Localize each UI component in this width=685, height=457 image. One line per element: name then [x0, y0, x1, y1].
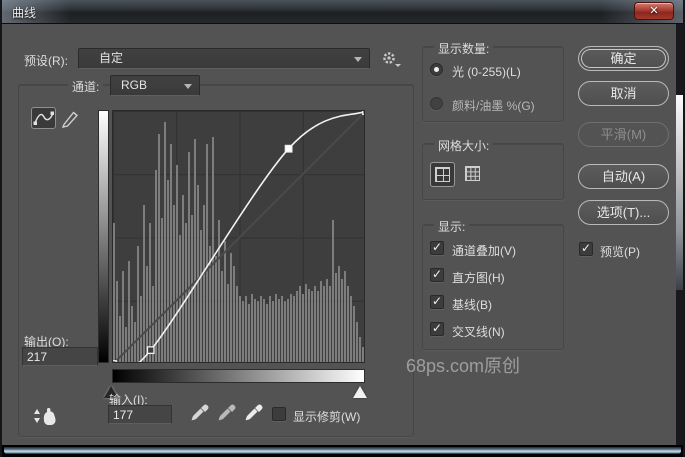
fine-grid-icon	[465, 166, 480, 181]
window-bottom-border	[2, 445, 683, 457]
show-title: 显示:	[434, 218, 470, 235]
ok-button[interactable]: 确定	[578, 46, 669, 71]
intersection-line-checkbox[interactable]: ✓	[430, 321, 444, 336]
curve-point-selected[interactable]	[284, 144, 293, 153]
draw-curve-tool-button[interactable]	[58, 107, 83, 129]
curve-point[interactable]	[362, 111, 365, 115]
white-point-eyedropper-icon	[245, 404, 263, 421]
histogram-label: 直方图(H)	[452, 271, 505, 285]
intersection-line-label: 交叉线(N)	[452, 325, 505, 339]
grid-size-title: 网格大小:	[434, 137, 494, 154]
input-input[interactable]	[108, 405, 172, 424]
display-amount-title: 显示数量:	[434, 40, 494, 57]
channel-value: RGB	[121, 78, 148, 92]
check-icon: ✓	[432, 294, 443, 308]
black-point-eyedropper-icon	[191, 404, 209, 421]
check-icon: ✓	[432, 321, 443, 335]
options-button[interactable]: 选项(T)...	[578, 200, 669, 225]
edit-points-tool-button[interactable]	[31, 107, 56, 129]
white-point-slider[interactable]	[353, 386, 367, 398]
aero-glass-strip	[4, 447, 681, 454]
baseline-label: 基线(B)	[452, 298, 492, 312]
cancel-button[interactable]: 取消	[578, 81, 669, 106]
window-title: 曲线	[12, 6, 37, 20]
curves-dialog: 曲线 ✕ 预设(R): 自定 通道: RGB 输出(O): 217 输入(I):…	[0, 0, 685, 457]
curve-tool-icon	[33, 111, 54, 125]
watermark-text: 68ps.com原创	[406, 356, 521, 376]
curve-point[interactable]	[146, 346, 155, 355]
fine-grid-button[interactable]	[461, 162, 486, 187]
preset-value: 自定	[99, 51, 124, 65]
output-gradient-bar	[98, 110, 109, 363]
preset-label: 预设(R):	[24, 54, 68, 68]
curve-plot	[113, 111, 365, 363]
channel-dropdown[interactable]: RGB	[110, 75, 200, 96]
coarse-grid-button[interactable]	[430, 162, 455, 187]
background-scrollbar-strip	[676, 95, 683, 290]
curve-grid[interactable]	[112, 110, 365, 363]
smooth-button: 平滑(M)	[578, 122, 669, 147]
baseline-checkbox[interactable]: ✓	[430, 294, 444, 309]
input-gradient-bar	[112, 369, 365, 383]
light-radio[interactable]	[430, 63, 443, 76]
channel-overlays-checkbox[interactable]: ✓	[430, 240, 444, 255]
output-input[interactable]	[22, 347, 98, 366]
gray-point-eyedropper-icon	[218, 404, 236, 421]
title-bar[interactable]: 曲线 ✕	[2, 0, 683, 24]
channel-label: 通道:	[68, 78, 104, 95]
coarse-grid-icon	[435, 167, 450, 182]
preset-options-button[interactable]	[379, 49, 405, 69]
chevron-down-icon	[354, 57, 362, 62]
baseline-diagonal	[113, 111, 364, 362]
black-point-eyedropper-button[interactable]	[190, 403, 210, 425]
gear-icon	[383, 52, 401, 67]
channel-overlays-label: 通道叠加(V)	[452, 244, 516, 258]
pigment-ink-radio-label: 颜料/油墨 %(G)	[452, 99, 535, 113]
pigment-ink-radio[interactable]	[430, 97, 443, 110]
gray-point-eyedropper-button[interactable]	[217, 403, 237, 425]
check-icon: ✓	[432, 240, 443, 254]
auto-button[interactable]: 自动(A)	[578, 164, 669, 189]
light-radio-label: 光 (0-255)(L)	[452, 65, 521, 79]
chevron-down-icon	[184, 84, 192, 89]
check-icon: ✓	[581, 241, 592, 255]
pencil-icon	[61, 111, 79, 128]
white-point-eyedropper-button[interactable]	[244, 403, 264, 425]
targeted-adjustment-hand-icon	[34, 408, 56, 425]
close-button[interactable]: ✕	[634, 2, 674, 20]
targeted-adjustment-tool-button[interactable]	[30, 405, 62, 433]
check-icon: ✓	[432, 267, 443, 281]
show-clipping-checkbox[interactable]	[272, 407, 286, 421]
preview-label: 预览(P)	[600, 245, 640, 259]
curve-point[interactable]	[113, 360, 117, 363]
preview-checkbox[interactable]: ✓	[579, 241, 593, 256]
preset-dropdown[interactable]: 自定	[78, 48, 370, 69]
histogram-checkbox[interactable]: ✓	[430, 267, 444, 282]
show-clipping-label: 显示修剪(W)	[293, 410, 361, 424]
